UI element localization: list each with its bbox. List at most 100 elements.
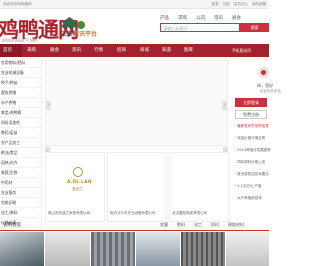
register-button[interactable]: 免费注册 [235, 110, 267, 119]
company-logo: A.DI.LAN 爱迪兰 [64, 167, 92, 199]
badge-text-2: 资讯平台 [73, 31, 98, 38]
tab-chemical[interactable]: 化工 [194, 222, 202, 227]
category-item[interactable]: 中药材 › [0, 178, 41, 188]
chevron-right-icon: › [37, 130, 39, 135]
category-item[interactable]: 饲料添加剂 › [0, 118, 41, 128]
avatar [258, 67, 269, 78]
category-item[interactable]: 农产品加工 › [0, 138, 41, 148]
search-tab-company[interactable]: 公司 [196, 16, 205, 21]
login-button[interactable]: 立即登录 [235, 98, 267, 107]
user-panel: Hi，您好 欢迎来到本站 立即登录 免费注册 · 最新发布的采购信息 · 鸡苗价… [231, 60, 281, 220]
chevron-right-icon: › [37, 60, 39, 65]
search-tab-expo[interactable]: 展会 [232, 16, 241, 21]
category-item[interactable]: 禽类/鸡鸭鹅 › [0, 108, 41, 118]
category-item[interactable]: 水产养殖 › [0, 98, 41, 108]
chevron-right-icon: › [37, 100, 39, 105]
nav-item-purchase[interactable]: 采购 [27, 44, 36, 57]
company-image [172, 155, 227, 209]
company-name: 佛山市阿迪兰家具有限公司 [48, 211, 90, 215]
search-tab-products[interactable]: 产品 [160, 16, 169, 21]
chevron-right-icon: › [37, 120, 39, 125]
company-cards: A.DI.LAN 爱迪兰 佛山市阿迪兰家具有限公司 临沂沃尔丰农业设备有限公司 … [45, 152, 229, 222]
category-item[interactable]: 农业服务 › [0, 188, 41, 198]
category-item[interactable]: 化工/原料 › [0, 208, 41, 218]
nav-item-news[interactable]: 资讯 [72, 44, 81, 57]
product-image[interactable] [136, 232, 180, 266]
search-button[interactable]: 搜索 [240, 23, 269, 32]
chevron-right-icon: › [37, 150, 39, 155]
member-center-link[interactable]: 会员中心 [234, 2, 248, 6]
welcome-note: 欢迎来到本站 [260, 89, 281, 93]
tab-fertilizer[interactable]: 肥料 [177, 222, 185, 227]
chevron-left-icon[interactable]: ‹ [46, 101, 51, 110]
tree-icon [77, 21, 85, 29]
list-item[interactable]: · 0.1万亿元 产值 [235, 184, 261, 189]
company-name: 临沂沃尔丰农业设备有限公司 [110, 211, 156, 215]
tab-feed[interactable]: 饲料 [211, 222, 219, 227]
chevron-right-icon[interactable]: › [222, 101, 227, 110]
category-item[interactable]: 园林/花卉 › [0, 158, 41, 168]
section-tabs: 农膜 肥料 化工 饲料 建筑材料 [160, 222, 253, 228]
search-tab-news[interactable]: 资讯 [214, 16, 223, 21]
favorites-link[interactable]: 我的收藏 [252, 2, 266, 6]
search-input[interactable]: 请输入关键词 [160, 23, 240, 32]
list-item[interactable]: · 禽流感防控技术要点 [235, 172, 269, 177]
category-item[interactable]: 粮油/食品 › [0, 148, 41, 158]
chevron-right-icon: › [37, 190, 39, 195]
company-image [110, 155, 165, 209]
welcome-text: 欢迎来到鸡鸭通网！ [3, 2, 35, 6]
category-item[interactable]: 农用物料/肥料 › [0, 58, 41, 68]
chevron-right-icon: › [37, 210, 39, 215]
mobile-link[interactable]: 手机版访问 [232, 44, 251, 57]
list-item[interactable]: · 水产养殖新技术 [235, 196, 262, 201]
category-item[interactable]: 畜牧养殖 › [0, 88, 41, 98]
main-nav: 首页 采购 展会 资讯 行情 招商 商城 知道 图库 手机版访问 [0, 44, 269, 57]
nav-item-invest[interactable]: 招商 [117, 44, 126, 57]
category-item[interactable]: 兽药/疫苗 › [0, 128, 41, 138]
category-item[interactable]: 农业机械设备 › [0, 68, 41, 78]
company-card[interactable]: A.DI.LAN 爱迪兰 佛山市阿迪兰家具有限公司 [45, 152, 105, 222]
chevron-right-icon: › [37, 160, 39, 165]
product-image[interactable] [0, 232, 44, 266]
tab-film[interactable]: 农膜 [160, 222, 168, 227]
chevron-right-icon: › [37, 90, 39, 95]
top-bar: 欢迎来到鸡鸭通网！ 登录 注册 会员中心 我的收藏 [0, 0, 269, 9]
nav-item-qa[interactable]: 知道 [162, 44, 171, 57]
product-image[interactable] [226, 232, 269, 266]
product-image[interactable] [181, 232, 225, 266]
banner-carousel[interactable]: ‹ › [45, 60, 228, 146]
tab-building[interactable]: 建筑材料 [228, 222, 244, 227]
company-card[interactable]: 临沂沃尔丰农业设备有限公司 [107, 152, 167, 222]
chevron-right-icon: › [37, 180, 39, 185]
badge-text-1: 三农 [61, 31, 74, 38]
product-image[interactable] [45, 232, 90, 266]
list-item[interactable]: · 饲料原料价格上涨 [235, 160, 265, 165]
top-links: 登录 注册 会员中心 我的收藏 [209, 2, 266, 7]
list-item[interactable]: · 最新发布的采购信息 [235, 124, 269, 129]
section-header: 农用物资 农膜 肥料 化工 饲料 建筑材料 [0, 219, 269, 231]
list-item[interactable]: · 鸡苗价格行情走势 [235, 136, 265, 141]
house-icon [63, 17, 76, 27]
category-item[interactable]: 果蔬/生鲜 › [0, 168, 41, 178]
company-image: A.DI.LAN 爱迪兰 [48, 155, 103, 209]
promo-badge: 三农资讯平台 [60, 16, 105, 38]
nav-item-market[interactable]: 行情 [94, 44, 103, 57]
login-link[interactable]: 登录 [212, 2, 219, 6]
nav-item-gallery[interactable]: 图库 [184, 44, 193, 57]
site-logo[interactable]: 鸡鸭通网 WWW.WEHTT.NET [0, 9, 79, 43]
chevron-right-icon: › [37, 170, 39, 175]
chevron-right-icon: › [37, 110, 39, 115]
category-item[interactable]: 包装印刷 › [0, 198, 41, 208]
nav-item-home[interactable]: 首页 [0, 44, 22, 57]
chevron-right-icon: › [37, 80, 39, 85]
section-title: 农用物资 [3, 223, 21, 228]
list-item[interactable]: · 2024养殖业发展趋势 [235, 148, 271, 153]
register-link[interactable]: 注册 [223, 2, 230, 6]
search-tab-buy[interactable]: 求购 [178, 16, 187, 21]
chevron-right-icon: › [37, 70, 39, 75]
nav-item-mall[interactable]: 商城 [140, 44, 149, 57]
nav-item-expo[interactable]: 展会 [50, 44, 59, 57]
product-image[interactable] [91, 232, 135, 266]
company-card[interactable]: 武汉晨阳电缆有限公司 [169, 152, 229, 222]
category-item[interactable]: 种子/种苗 › [0, 78, 41, 88]
